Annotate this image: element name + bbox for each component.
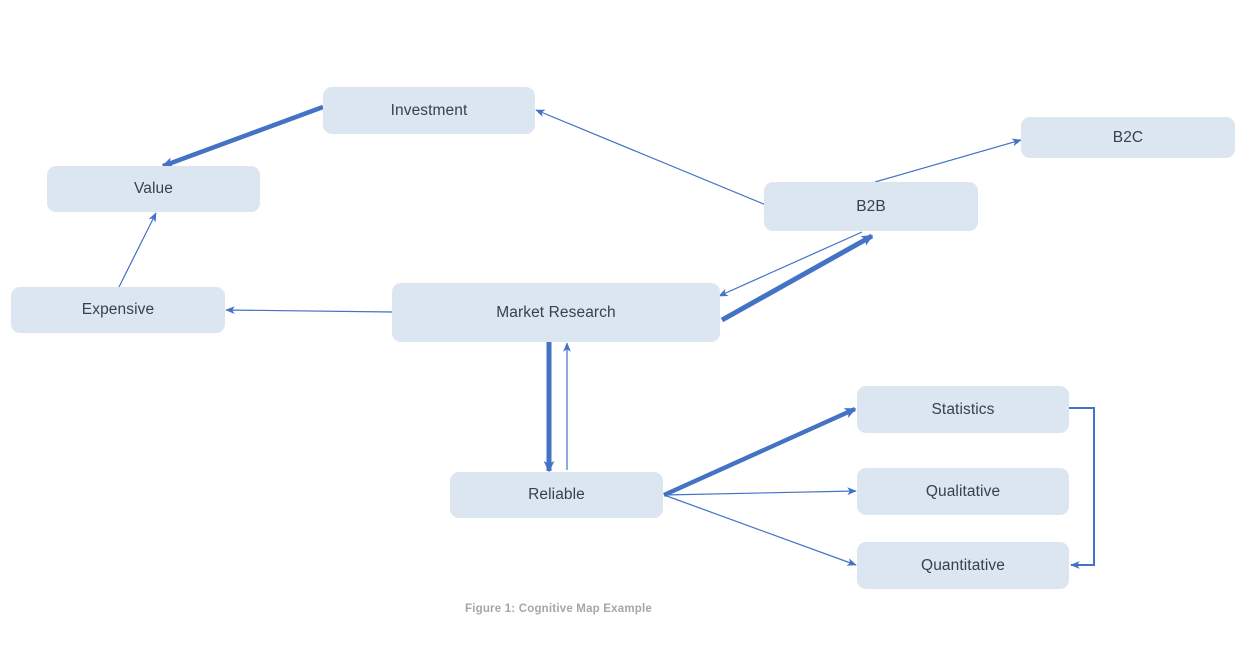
edge-b2b-to-market-research xyxy=(718,231,863,297)
node-statistics[interactable]: Statistics xyxy=(857,386,1069,433)
node-b2c[interactable]: B2C xyxy=(1021,117,1235,158)
edge-expensive-to-value xyxy=(118,212,157,288)
node-market-research[interactable]: Market Research xyxy=(392,283,720,342)
edge-b2b-to-investment xyxy=(535,109,767,206)
node-market-research-label: Market Research xyxy=(496,303,616,321)
edge-market-research-to-expensive xyxy=(225,306,393,315)
node-value-label: Value xyxy=(134,180,173,198)
node-quantitative[interactable]: Quantitative xyxy=(857,542,1069,589)
node-reliable-label: Reliable xyxy=(528,486,585,504)
edge-market-research-to-b2b xyxy=(720,233,874,323)
edge-reliable-to-statistics xyxy=(663,406,857,498)
edge-b2b-to-b2c xyxy=(874,138,1022,183)
edge-reliable-to-quantitative xyxy=(663,494,857,566)
cognitive-map-diagram: Investment Value Expensive Market Resear… xyxy=(0,0,1255,648)
node-expensive-label: Expensive xyxy=(81,301,155,319)
figure-caption: Figure 1: Cognitive Map Example xyxy=(464,603,653,615)
edge-reliable-to-qualitative xyxy=(663,487,857,496)
node-value[interactable]: Value xyxy=(47,166,260,212)
node-b2b[interactable]: B2B xyxy=(764,182,978,231)
node-statistics-label: Statistics xyxy=(931,400,995,418)
node-quantitative-label: Quantitative xyxy=(921,556,1005,574)
node-b2b-label: B2B xyxy=(856,197,886,215)
node-expensive[interactable]: Expensive xyxy=(11,287,225,333)
node-qualitative-label: Qualitative xyxy=(925,482,1001,500)
edge-statistics-to-quantitative xyxy=(1069,407,1095,569)
edge-investment-to-value xyxy=(161,104,324,169)
node-qualitative[interactable]: Qualitative xyxy=(857,468,1069,515)
node-reliable[interactable]: Reliable xyxy=(450,472,663,518)
node-b2c-label: B2C xyxy=(1112,128,1144,146)
node-investment[interactable]: Investment xyxy=(323,87,535,134)
node-investment-label: Investment xyxy=(390,101,468,119)
